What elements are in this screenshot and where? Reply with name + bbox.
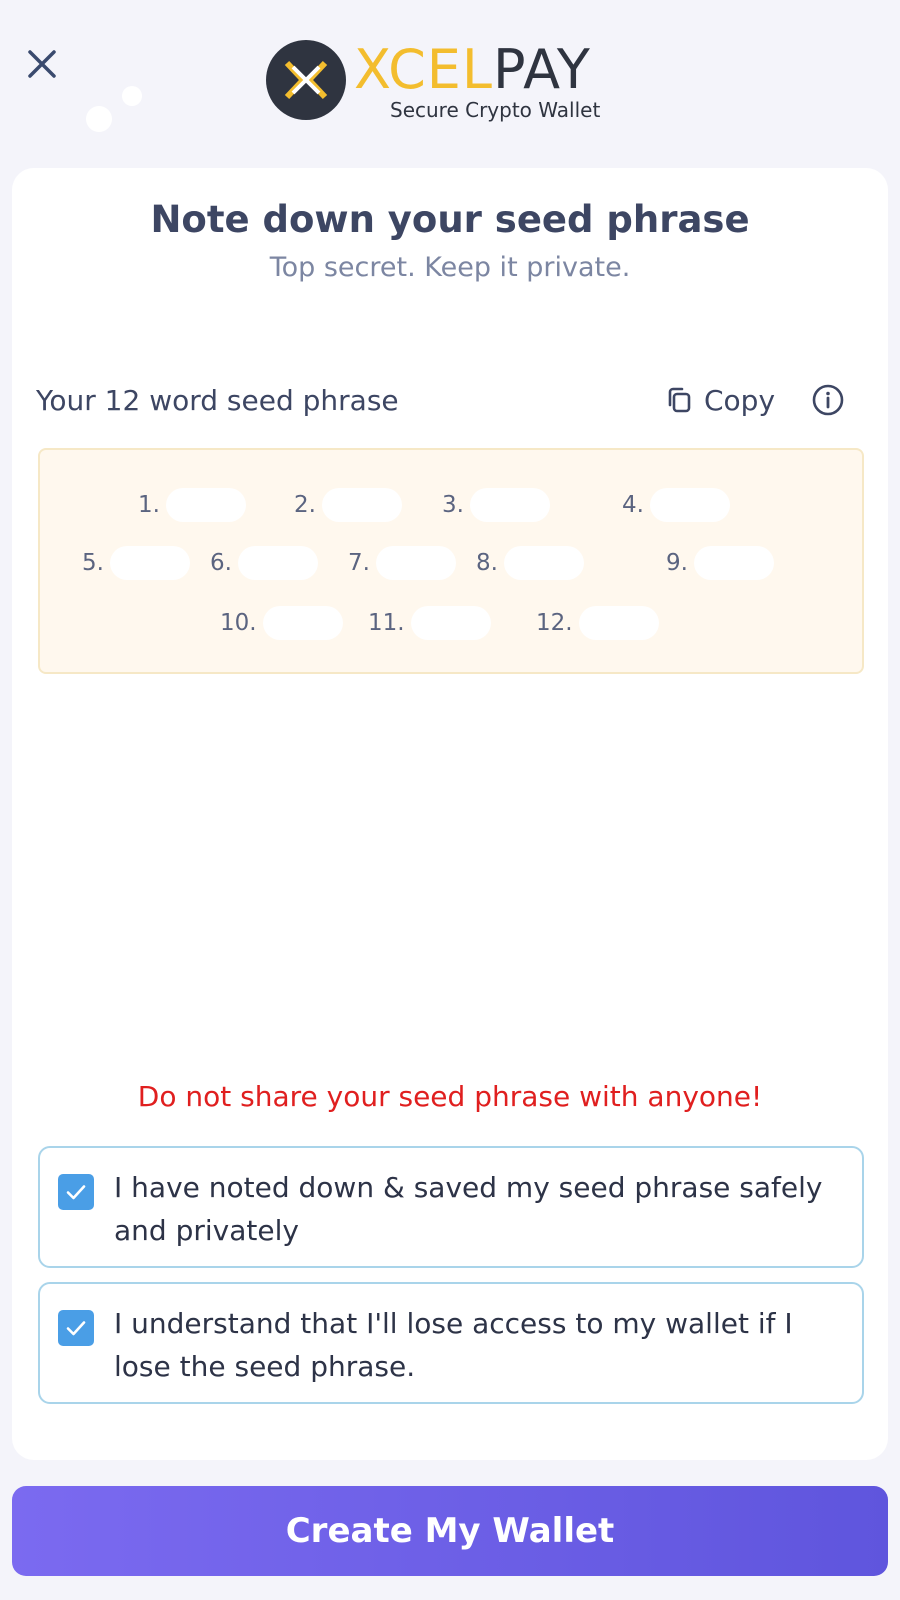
info-icon	[812, 384, 844, 416]
checkbox-checked[interactable]	[58, 1310, 94, 1346]
confirm-saved-checkbox-row[interactable]: I have noted down & saved my seed phrase…	[38, 1146, 864, 1268]
seed-word: 4.	[622, 488, 730, 522]
redacted-word	[649, 488, 730, 522]
redacted-word	[410, 606, 491, 640]
seed-word: 2.	[294, 488, 402, 522]
redacted-word	[375, 546, 456, 580]
page-title: Note down your seed phrase	[150, 198, 750, 241]
redacted-word	[109, 546, 190, 580]
redacted-word	[503, 546, 584, 580]
seed-word: 6.	[210, 546, 318, 580]
create-wallet-button[interactable]: Create My Wallet	[12, 1486, 888, 1576]
check-icon	[66, 1321, 86, 1336]
close-icon	[28, 50, 56, 78]
confirm-understand-checkbox-row[interactable]: I understand that I'll lose access to my…	[38, 1282, 864, 1404]
checkbox-checked[interactable]	[58, 1174, 94, 1210]
info-button[interactable]	[810, 382, 846, 418]
redacted-word	[321, 488, 402, 522]
checkbox-label: I have noted down & saved my seed phrase…	[114, 1171, 823, 1247]
brand-name-pay: PAY	[492, 38, 591, 101]
copy-button[interactable]: Copy	[664, 380, 775, 420]
seed-word: 7.	[348, 546, 456, 580]
redacted-word	[578, 606, 659, 640]
redacted-word	[262, 606, 343, 640]
redacted-word	[237, 546, 318, 580]
close-button[interactable]	[22, 44, 62, 84]
page-subtitle: Top secret. Keep it private.	[269, 252, 631, 283]
redacted-word	[469, 488, 550, 522]
brand-name: XCELPAY	[354, 38, 591, 102]
redacted-word	[693, 546, 774, 580]
seed-word: 5.	[82, 546, 190, 580]
seed-phrase-label: Your 12 word seed phrase	[36, 384, 399, 417]
brand-tagline: Secure Crypto Wallet	[390, 98, 601, 122]
seed-phrase-box: 1. 2. 3. 4. 5. 6. 7. 8. 9. 10. 11. 12.	[38, 448, 864, 674]
copy-icon	[668, 387, 691, 413]
logo-mark-icon	[266, 40, 346, 120]
seed-word: 8.	[476, 546, 584, 580]
seed-word: 1.	[138, 488, 246, 522]
seed-word: 3.	[442, 488, 550, 522]
checkbox-label: I understand that I'll lose access to my…	[114, 1307, 793, 1383]
warning-text: Do not share your seed phrase with anyon…	[137, 1080, 763, 1113]
seed-word: 10.	[220, 606, 343, 640]
app-header: XCELPAY Secure Crypto Wallet	[0, 0, 900, 150]
seed-word: 11.	[368, 606, 491, 640]
decorative-dot	[122, 86, 142, 106]
seed-word: 12.	[536, 606, 659, 640]
seed-word: 9.	[666, 546, 774, 580]
copy-label: Copy	[704, 383, 776, 417]
decorative-dot	[86, 106, 112, 132]
seed-phrase-card: Note down your seed phrase Top secret. K…	[12, 168, 888, 1460]
brand-name-xcel: XCEL	[354, 38, 493, 101]
redacted-word	[165, 488, 246, 522]
check-icon	[66, 1185, 86, 1200]
